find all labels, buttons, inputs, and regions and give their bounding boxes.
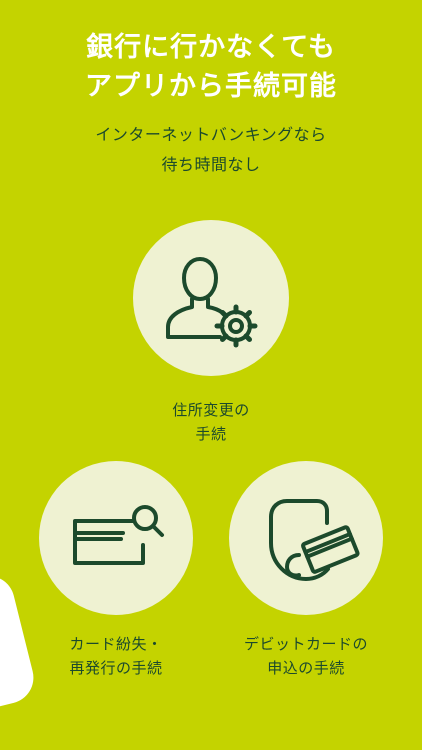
feature-address-change-label: 住所変更の 手続 [101,398,321,446]
user-settings-icon [166,257,258,348]
headline-line-1: 銀行に行かなくても [86,32,336,63]
subheadline: インターネットバンキングなら 待ち時間なし [0,120,422,180]
card-search-icon [73,505,164,565]
feature-card-reissue-label-line-1: カード紛失・ [69,635,163,653]
feature-debit-card-label-line-1: デビットカードの [243,635,368,653]
feature-debit-card-circle [229,461,383,615]
headline: 銀行に行かなくても アプリから手続可能 [0,28,422,106]
feature-address-change-label-line-2: 手続 [195,425,227,443]
feature-address-change-circle [133,220,289,376]
subheadline-line-1: インターネットバンキングなら [95,125,327,144]
feature-card-reissue-label: カード紛失・ 再発行の手続 [6,632,226,680]
feature-card-reissue-circle [39,461,193,615]
feature-card-reissue-label-line-2: 再発行の手続 [69,659,163,677]
feature-debit-card-label: デビットカードの 申込の手続 [196,632,416,680]
feature-address-change-label-line-1: 住所変更の [172,401,250,419]
debit-card-shield-icon [269,499,360,581]
subheadline-line-2: 待ち時間なし [161,155,261,174]
headline-line-2: アプリから手続可能 [85,71,337,102]
feature-debit-card-label-line-2: 申込の手続 [267,659,345,677]
